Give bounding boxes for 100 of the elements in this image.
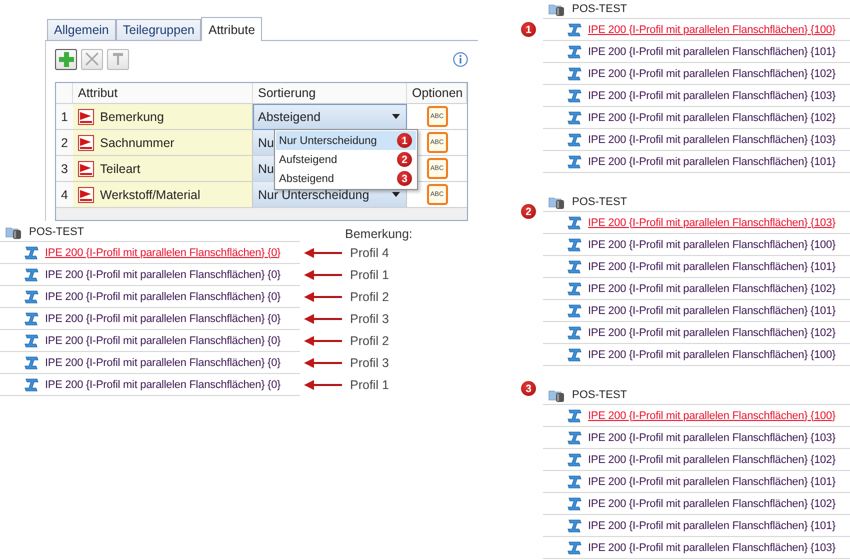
tree-item[interactable]: IPE 200 {I-Profil mit parallelen Flanschflächen} {101}	[543, 471, 850, 493]
attribute-name: Teileart	[100, 162, 140, 176]
tree-item[interactable]: IPE 200 {I-Profil mit parallelen Flanschflächen} {102}	[543, 63, 850, 85]
i-beam-icon	[567, 132, 583, 148]
i-beam-icon	[567, 496, 583, 512]
option-label: Nur Unterscheidung	[279, 134, 377, 146]
i-beam-icon	[567, 110, 583, 126]
arrow	[304, 358, 342, 368]
tree-item[interactable]: IPE 200 {I-Profil mit parallelen Flanschflächen} {100}	[543, 19, 850, 41]
tree-item[interactable]: IPE 200 {I-Profil mit parallelen Flanschflächen} {0}	[0, 308, 300, 330]
i-beam-icon	[567, 302, 583, 318]
close-icon	[85, 52, 99, 66]
column-header[interactable]: Sortierung	[253, 83, 407, 104]
i-beam-icon	[567, 474, 583, 490]
arrow	[304, 248, 342, 258]
i-beam-icon	[567, 236, 583, 252]
tree-item[interactable]: IPE 200 {I-Profil mit parallelen Flanschflächen} {103}	[543, 537, 850, 559]
tree-item[interactable]: IPE 200 {I-Profil mit parallelen Flanschflächen} {103}	[543, 212, 850, 234]
row-number: 4	[56, 182, 73, 208]
tab[interactable]: Allgemein	[47, 19, 116, 40]
sorting-value: Nu	[258, 136, 274, 150]
number-badge: 3	[397, 171, 412, 186]
tree-item[interactable]: IPE 200 {I-Profil mit parallelen Flanschflächen} {0}	[0, 374, 300, 396]
pennant-icon	[78, 186, 94, 202]
tree-item[interactable]: IPE 200 {I-Profil mit parallelen Flanschflächen} {102}	[543, 278, 850, 300]
tree-item[interactable]: IPE 200 {I-Profil mit parallelen Flanschflächen} {101}	[543, 300, 850, 322]
tree-item[interactable]: IPE 200 {I-Profil mit parallelen Flanschflächen} {100}	[543, 234, 850, 256]
i-beam-icon	[567, 154, 583, 170]
attribute-cell[interactable]: Werkstoff/Material	[73, 182, 253, 208]
tree-item[interactable]: IPE 200 {I-Profil mit parallelen Flanschflächen} {0}	[0, 242, 300, 264]
tree-root[interactable]: POS-TEST	[572, 389, 628, 401]
row-number: 1	[56, 104, 73, 130]
i-beam-icon	[24, 266, 40, 282]
attribute-name: Bemerkung	[100, 110, 164, 124]
tree-item[interactable]: IPE 200 {I-Profil mit parallelen Flanschflächen} {0}	[0, 286, 300, 308]
annotation-title: Bemerkung:	[344, 227, 414, 242]
tree-item[interactable]: IPE 200 {I-Profil mit parallelen Flanschflächen} {103}	[543, 129, 850, 151]
row-number: 2	[56, 130, 73, 156]
tree-root[interactable]: POS-TEST	[572, 3, 628, 15]
tree-item[interactable]: IPE 200 {I-Profil mit parallelen Flanschflächen} {102}	[543, 107, 850, 129]
annotation-label: Profil 2	[350, 290, 389, 304]
tree-item[interactable]: IPE 200 {I-Profil mit parallelen Flanschflächen} {102}	[543, 322, 850, 344]
tree-item[interactable]: IPE 200 {I-Profil mit parallelen Flanschflächen} {0}	[0, 352, 300, 374]
i-beam-icon	[567, 408, 583, 424]
info-icon[interactable]	[453, 52, 468, 66]
sorting-combobox[interactable]: Absteigend	[253, 104, 407, 130]
folder-database-icon	[548, 388, 566, 402]
tree-item[interactable]: IPE 200 {I-Profil mit parallelen Flanschflächen} {101}	[543, 41, 850, 63]
i-beam-icon	[24, 310, 40, 326]
annotation-label: Profil 1	[350, 268, 389, 282]
tree-item[interactable]: IPE 200 {I-Profil mit parallelen Flanschflächen} {100}	[543, 405, 850, 427]
pennant-icon	[78, 134, 94, 150]
i-beam-icon	[567, 518, 583, 534]
dropdown-option[interactable]: Nur Unterscheidung 1	[276, 131, 416, 150]
number-badge: 2	[397, 152, 412, 167]
tab[interactable]: Teilegruppen	[116, 19, 202, 40]
tree-item[interactable]: IPE 200 {I-Profil mit parallelen Flanschflächen} {0}	[0, 330, 300, 352]
tree-root[interactable]: POS-TEST	[29, 226, 84, 238]
attribute-cell[interactable]: Bemerkung	[73, 104, 253, 130]
tree-item[interactable]: IPE 200 {I-Profil mit parallelen Flanschflächen} {101}	[543, 151, 850, 173]
tree-item[interactable]: IPE 200 {I-Profil mit parallelen Flanschflächen} {103}	[543, 427, 850, 449]
tree-item[interactable]: IPE 200 {I-Profil mit parallelen Flanschflächen} {102}	[543, 449, 850, 471]
row-number: 3	[56, 156, 73, 182]
annotation-label: Profil 3	[350, 312, 389, 326]
caret-icon	[392, 114, 400, 119]
number-badge: 1	[397, 133, 412, 148]
add-button[interactable]	[55, 48, 77, 70]
number-badge: 2	[521, 204, 536, 219]
arrow	[304, 336, 342, 346]
annotation-label: Profil 3	[350, 356, 389, 370]
tree-item[interactable]: IPE 200 {I-Profil mit parallelen Flanschflächen} {101}	[543, 515, 850, 537]
i-beam-icon	[567, 452, 583, 468]
folder-database-icon	[5, 224, 23, 240]
sorting-value: Nur Unterscheidung	[258, 188, 370, 202]
attribute-cell[interactable]: Teileart	[73, 156, 253, 182]
i-beam-icon	[567, 540, 583, 556]
tab[interactable]: Attribute	[201, 17, 262, 41]
tree-item[interactable]: IPE 200 {I-Profil mit parallelen Flanschflächen} {100}	[543, 344, 850, 366]
number-badge: 1	[521, 22, 536, 37]
column-header[interactable]: Optionen	[407, 83, 467, 104]
number-badge: 3	[521, 381, 536, 396]
sorting-value: Absteigend	[258, 110, 321, 124]
i-beam-icon	[567, 346, 583, 362]
attribute-cell[interactable]: Sachnummer	[73, 130, 253, 156]
i-beam-icon	[567, 214, 583, 230]
option-label: Aufsteigend	[279, 154, 338, 166]
arrow	[304, 380, 342, 390]
tree-item[interactable]: IPE 200 {I-Profil mit parallelen Flanschflächen} {0}	[0, 264, 300, 286]
i-beam-icon	[567, 280, 583, 296]
plus-icon	[58, 52, 74, 66]
column-header[interactable]: Attribut	[73, 83, 253, 104]
tree-root[interactable]: POS-TEST	[572, 196, 628, 208]
i-beam-icon	[24, 376, 40, 392]
i-beam-icon	[24, 244, 40, 260]
tree-item[interactable]: IPE 200 {I-Profil mit parallelen Flanschflächen} {102}	[543, 493, 850, 515]
tree-item[interactable]: IPE 200 {I-Profil mit parallelen Flanschflächen} {101}	[543, 256, 850, 278]
i-beam-icon	[567, 66, 583, 82]
i-beam-icon	[567, 258, 583, 274]
tree-item[interactable]: IPE 200 {I-Profil mit parallelen Flanschflächen} {103}	[543, 85, 850, 107]
i-beam-icon	[567, 22, 583, 38]
